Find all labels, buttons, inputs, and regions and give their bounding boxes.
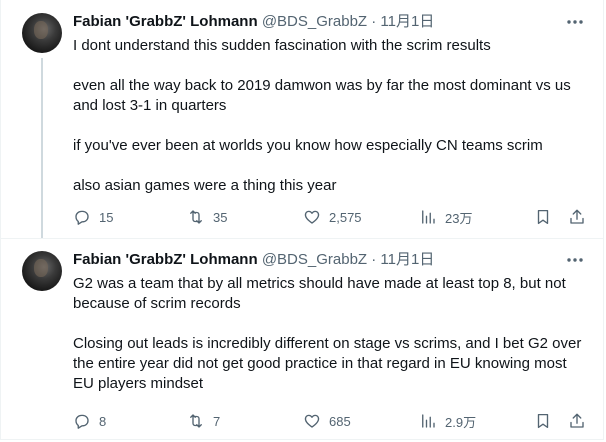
bookmark-icon	[537, 209, 549, 225]
views-button[interactable]: 23万	[419, 207, 472, 227]
heart-icon	[304, 210, 320, 224]
tweet-text: I dont understand this sudden fascinatio…	[73, 36, 589, 196]
tweet-thread: Fabian 'GrabbZ' Lohmann @BDS_GrabbZ · 11…	[0, 0, 604, 440]
view-count: 2.9万	[445, 414, 477, 430]
reply-count: 8	[99, 413, 107, 429]
share-icon	[570, 413, 584, 428]
avatar[interactable]	[22, 251, 62, 291]
retweet-count: 35	[213, 209, 228, 225]
reply-button[interactable]: 8	[73, 411, 106, 431]
retweet-icon	[190, 414, 202, 428]
tweet-paragraph: Closing out leads is incredibly differen…	[73, 335, 582, 392]
bookmark-button[interactable]	[534, 207, 552, 227]
retweet-icon	[190, 210, 202, 224]
share-button[interactable]	[568, 207, 586, 227]
reply-icon	[75, 414, 89, 429]
tweet-paragraph: if you've ever been at worlds you know h…	[73, 137, 543, 154]
retweet-count: 7	[213, 413, 221, 429]
tweet-date[interactable]: 11月1日	[380, 13, 434, 30]
author-display-name[interactable]: Fabian 'GrabbZ' Lohmann	[73, 13, 258, 30]
tweet-paragraph: I dont understand this sudden fascinatio…	[73, 37, 491, 54]
reply-icon	[75, 210, 89, 225]
analytics-icon	[422, 414, 435, 428]
author-display-name[interactable]: Fabian 'GrabbZ' Lohmann	[73, 251, 258, 268]
like-button[interactable]: 685	[303, 411, 351, 431]
thread-connector-line	[41, 58, 43, 238]
bookmark-icon	[537, 413, 549, 429]
like-count: 685	[329, 413, 351, 429]
analytics-icon	[422, 210, 435, 224]
author-handle[interactable]: @BDS_GrabbZ	[262, 13, 367, 30]
tweet-actions: 8 7 685 2.9万	[73, 411, 589, 431]
retweet-button[interactable]: 7	[187, 411, 220, 431]
like-button[interactable]: 2,575	[303, 207, 362, 227]
view-count: 23万	[445, 210, 473, 226]
tweet-paragraph: also asian games were a thing this year	[73, 177, 337, 194]
separator-dot: ·	[371, 13, 377, 30]
share-icon	[570, 209, 584, 224]
author-handle[interactable]: @BDS_GrabbZ	[262, 251, 367, 268]
tweet-paragraph: G2 was a team that by all metrics should…	[73, 275, 566, 312]
share-button[interactable]	[568, 411, 586, 431]
tweet-actions: 15 35 2,575 23万	[73, 207, 589, 227]
like-count: 2,575	[329, 209, 362, 225]
more-horizontal-icon[interactable]	[565, 251, 585, 269]
tweet-date[interactable]: 11月1日	[380, 251, 434, 268]
retweet-button[interactable]: 35	[187, 207, 227, 227]
tweet[interactable]: Fabian 'GrabbZ' Lohmann @BDS_GrabbZ · 11…	[1, 0, 603, 239]
tweet-paragraph: even all the way back to 2019 damwon was…	[73, 77, 571, 114]
heart-icon	[304, 414, 320, 428]
tweet-text: G2 was a team that by all metrics should…	[73, 274, 589, 394]
tweet-header: Fabian 'GrabbZ' Lohmann @BDS_GrabbZ · 11…	[73, 250, 585, 270]
views-button[interactable]: 2.9万	[419, 411, 476, 431]
reply-button[interactable]: 15	[73, 207, 113, 227]
more-horizontal-icon[interactable]	[565, 13, 585, 31]
separator-dot: ·	[371, 251, 377, 268]
tweet[interactable]: Fabian 'GrabbZ' Lohmann @BDS_GrabbZ · 11…	[1, 238, 603, 440]
bookmark-button[interactable]	[534, 411, 552, 431]
avatar[interactable]	[22, 13, 62, 53]
tweet-header: Fabian 'GrabbZ' Lohmann @BDS_GrabbZ · 11…	[73, 12, 585, 32]
reply-count: 15	[99, 209, 114, 225]
